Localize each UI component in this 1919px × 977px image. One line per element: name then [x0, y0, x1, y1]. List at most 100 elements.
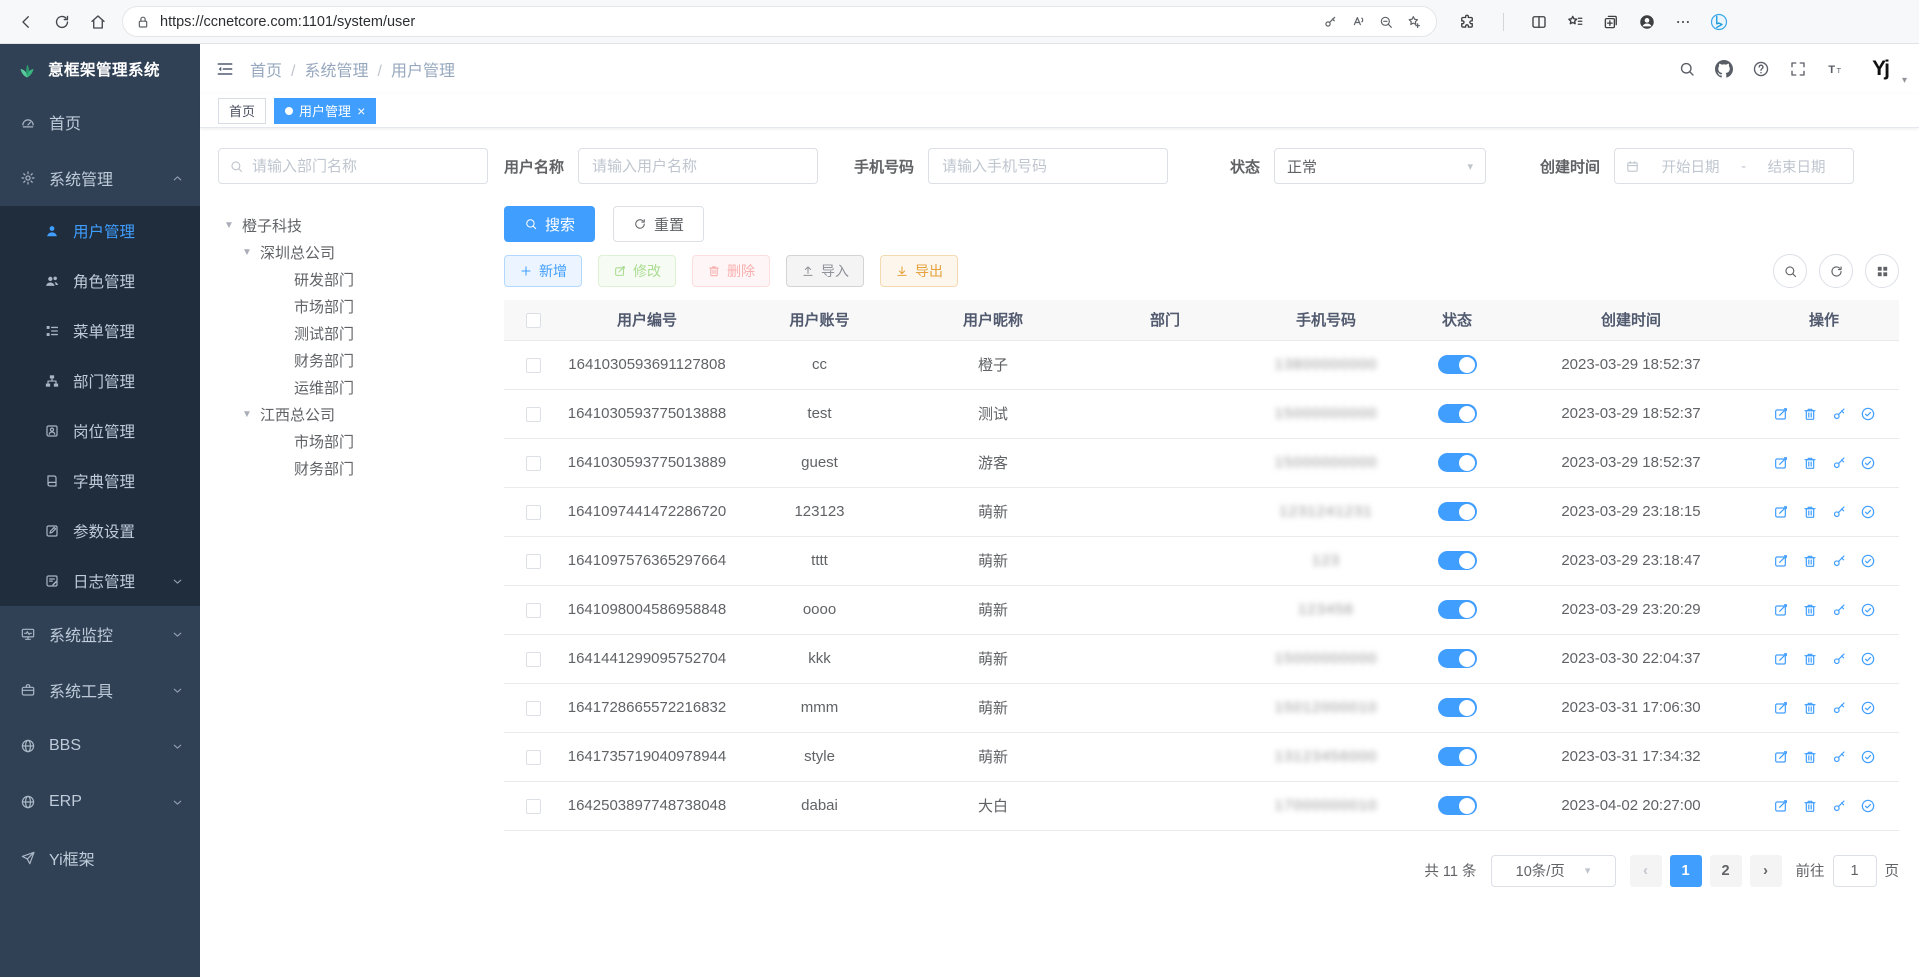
assign-role-icon[interactable]: [1860, 504, 1876, 520]
extensions-icon[interactable]: [1451, 6, 1483, 38]
read-aloud-icon[interactable]: [1344, 8, 1372, 36]
user-avatar[interactable]: Yj ▾: [1863, 54, 1897, 84]
edit-icon[interactable]: [1773, 700, 1789, 716]
phone-input[interactable]: [928, 148, 1168, 184]
app-logo[interactable]: 意框架管理系统: [0, 44, 200, 94]
view-tab[interactable]: 首页: [218, 98, 266, 124]
edit-icon[interactable]: [1773, 602, 1789, 618]
favorite-add-icon[interactable]: [1400, 8, 1428, 36]
table-row[interactable]: 1641098004586958848 oooo 萌新 123456 2023-…: [504, 585, 1899, 634]
delete-icon[interactable]: [1802, 651, 1818, 667]
username-input[interactable]: [578, 148, 818, 184]
sidebar-item[interactable]: ERP: [0, 774, 200, 830]
delete-icon[interactable]: [1802, 406, 1818, 422]
delete-icon[interactable]: [1802, 553, 1818, 569]
address-bar[interactable]: https://ccnetcore.com:1101/system/user: [122, 6, 1437, 37]
page-size-select[interactable]: 10条/页 ▾: [1491, 855, 1616, 887]
sidebar-item[interactable]: 角色管理: [0, 256, 200, 306]
page-number-button[interactable]: 2: [1710, 855, 1742, 887]
toolbar-button[interactable]: 新增: [504, 255, 582, 287]
home-icon[interactable]: [82, 6, 114, 38]
row-checkbox[interactable]: [526, 750, 541, 765]
next-page-button[interactable]: ›: [1750, 855, 1782, 887]
goto-page-input[interactable]: [1833, 855, 1877, 887]
status-select[interactable]: 正常 ▾: [1274, 148, 1486, 184]
table-row[interactable]: 1641097441472286720 123123 萌新 1231241231…: [504, 487, 1899, 536]
department-search-input[interactable]: [252, 158, 477, 175]
search-icon[interactable]: [1773, 254, 1807, 288]
edit-icon[interactable]: [1773, 651, 1789, 667]
row-checkbox[interactable]: [526, 554, 541, 569]
back-icon[interactable]: [10, 6, 42, 38]
row-checkbox[interactable]: [526, 407, 541, 422]
assign-role-icon[interactable]: [1860, 798, 1876, 814]
reset-password-icon[interactable]: [1831, 749, 1847, 765]
sidebar-item[interactable]: 首页: [0, 94, 200, 150]
delete-icon[interactable]: [1802, 504, 1818, 520]
row-checkbox[interactable]: [526, 358, 541, 373]
status-toggle[interactable]: [1438, 404, 1477, 423]
assign-role-icon[interactable]: [1860, 455, 1876, 471]
assign-role-icon[interactable]: [1860, 651, 1876, 667]
sidebar-item[interactable]: 部门管理: [0, 356, 200, 406]
breadcrumb-item[interactable]: 首页: [250, 57, 304, 81]
fullscreen-icon[interactable]: [1789, 60, 1807, 78]
status-toggle[interactable]: [1438, 796, 1477, 815]
status-toggle[interactable]: [1438, 355, 1477, 374]
table-row[interactable]: 1641030593691127808 cc 橙子 13800000000 20…: [504, 340, 1899, 389]
reset-password-icon[interactable]: [1831, 651, 1847, 667]
sidebar-item[interactable]: 参数设置: [0, 506, 200, 556]
divider[interactable]: [1487, 6, 1519, 38]
favorites-bar-icon[interactable]: [1559, 6, 1591, 38]
tree-node[interactable]: ▼ 江西总公司: [218, 401, 488, 428]
sidebar-item[interactable]: 系统监控: [0, 606, 200, 662]
search-button[interactable]: 搜索: [504, 206, 595, 242]
edit-icon[interactable]: [1773, 455, 1789, 471]
reset-password-icon[interactable]: [1831, 700, 1847, 716]
sidebar-fold-icon[interactable]: [215, 59, 235, 79]
status-toggle[interactable]: [1438, 551, 1477, 570]
reset-password-icon[interactable]: [1831, 553, 1847, 569]
breadcrumb-item[interactable]: 系统管理: [304, 57, 390, 81]
row-checkbox[interactable]: [526, 652, 541, 667]
close-tab-icon[interactable]: ×: [357, 104, 365, 118]
department-search[interactable]: [218, 148, 488, 184]
reset-button[interactable]: 重置: [613, 206, 704, 242]
url-text[interactable]: https://ccnetcore.com:1101/system/user: [160, 14, 1307, 30]
bing-icon[interactable]: [1703, 6, 1735, 38]
sidebar-item[interactable]: 字典管理: [0, 456, 200, 506]
table-row[interactable]: 1641735719040978944 style 萌新 13123456000…: [504, 732, 1899, 781]
row-checkbox[interactable]: [526, 799, 541, 814]
tree-node[interactable]: ▼ 运维部门: [218, 374, 488, 401]
row-checkbox[interactable]: [526, 701, 541, 716]
github-icon[interactable]: [1715, 60, 1733, 78]
row-checkbox[interactable]: [526, 603, 541, 618]
sidebar-item[interactable]: BBS: [0, 718, 200, 774]
columns-icon[interactable]: [1865, 254, 1899, 288]
table-row[interactable]: 1641728665572216832 mmm 萌新 15012000010 2…: [504, 683, 1899, 732]
tree-node[interactable]: ▼ 财务部门: [218, 455, 488, 482]
font-size-icon[interactable]: TT: [1826, 60, 1844, 78]
reset-password-icon[interactable]: [1831, 504, 1847, 520]
table-row[interactable]: 1642503897748738048 dabai 大白 17000000010…: [504, 781, 1899, 830]
prev-page-button[interactable]: ‹: [1630, 855, 1662, 887]
edit-icon[interactable]: [1773, 798, 1789, 814]
sidebar-item[interactable]: Yi框架: [0, 830, 200, 886]
key-icon[interactable]: [1316, 8, 1344, 36]
delete-icon[interactable]: [1802, 700, 1818, 716]
select-all-checkbox[interactable]: [526, 313, 541, 328]
edit-icon[interactable]: [1773, 553, 1789, 569]
tree-node[interactable]: ▼ 市场部门: [218, 293, 488, 320]
toolbar-button[interactable]: 导入: [786, 255, 864, 287]
status-toggle[interactable]: [1438, 453, 1477, 472]
row-checkbox[interactable]: [526, 505, 541, 520]
toolbar-button[interactable]: 修改: [598, 255, 676, 287]
status-toggle[interactable]: [1438, 502, 1477, 521]
delete-icon[interactable]: [1802, 602, 1818, 618]
table-row[interactable]: 1641030593775013888 test 测试 15000000000 …: [504, 389, 1899, 438]
table-row[interactable]: 1641097576365297664 tttt 萌新 123 2023-03-…: [504, 536, 1899, 585]
toolbar-button[interactable]: 删除: [692, 255, 770, 287]
more-icon[interactable]: [1667, 6, 1699, 38]
reset-password-icon[interactable]: [1831, 798, 1847, 814]
reset-password-icon[interactable]: [1831, 602, 1847, 618]
